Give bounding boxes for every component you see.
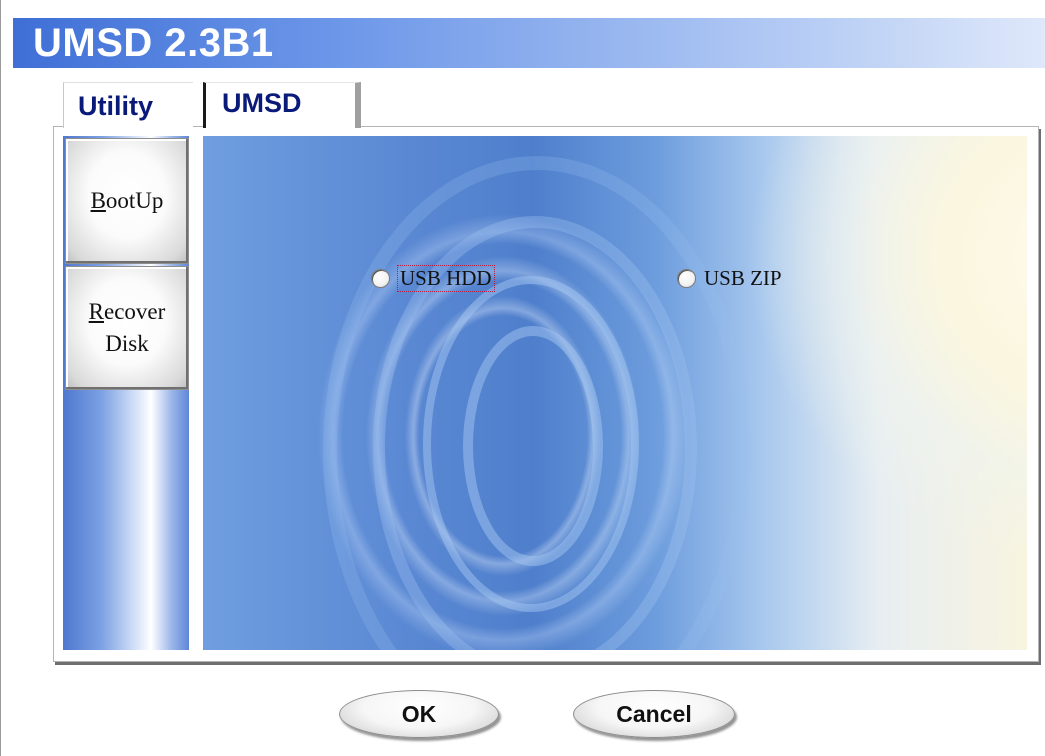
usb-zip-radio[interactable] (677, 269, 696, 288)
usb-zip-label[interactable]: USB ZIP (704, 266, 782, 291)
bootup-label: BootUp (91, 185, 164, 217)
recover-label-line2: Disk (105, 331, 149, 356)
cancel-button[interactable]: Cancel (573, 690, 735, 738)
recover-mnemonic: R (88, 299, 105, 324)
ok-button[interactable]: OK (339, 690, 499, 738)
window-title: UMSD 2.3B1 (33, 21, 274, 65)
recover-disk-label: Recover Disk (89, 296, 166, 360)
tab-utility[interactable]: Utility (63, 82, 193, 128)
bootup-label-rest: ootUp (105, 188, 164, 213)
background-artwork (203, 136, 1027, 650)
bootup-button[interactable]: BootUp (65, 138, 189, 264)
usb-hdd-radio[interactable] (371, 269, 390, 288)
usb-hdd-label[interactable]: USB HDD (397, 265, 495, 292)
usb-hdd-option[interactable]: USB HDD (371, 265, 495, 292)
app-window: UMSD 2.3B1 Utility UMSD BootUp Recover Di… (0, 0, 1045, 756)
recover-disk-button[interactable]: Recover Disk (65, 266, 189, 390)
ripple-ring (323, 156, 751, 650)
recover-label-rest: ecover (104, 299, 166, 324)
title-bar: UMSD 2.3B1 (13, 18, 1045, 68)
usb-zip-option[interactable]: USB ZIP (677, 266, 782, 291)
tab-umsd[interactable]: UMSD (203, 82, 361, 128)
bootup-mnemonic: B (90, 188, 106, 213)
